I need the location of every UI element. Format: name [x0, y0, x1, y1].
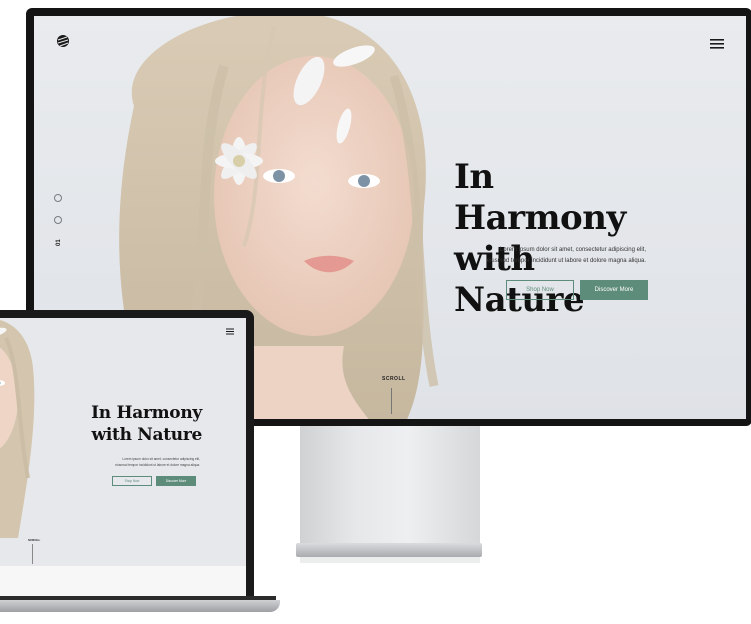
hero-title-line: In Harmony — [91, 403, 202, 423]
active-slide-label: 01 — [56, 239, 62, 246]
laptop-camera-notch — [10, 310, 50, 316]
brand-logo-icon[interactable] — [56, 34, 70, 48]
shop-now-button[interactable]: Shop Now — [506, 280, 574, 300]
monitor-stand-base — [296, 543, 482, 557]
hero-description-line: Lorem ipsum dolor sit amet, consectetur … — [499, 247, 646, 253]
hero-description-line: eiusmod tempor incididunt ut labore et d… — [486, 258, 646, 264]
scroll-label: SCROLL — [382, 376, 406, 382]
laptop-hero-description: Lorem ipsum dolor sit amet, consectetur … — [78, 456, 200, 468]
slide-indicator: 01 — [54, 194, 64, 246]
discover-more-button[interactable]: Discover More — [580, 280, 648, 300]
hero-title-line: In Harmony — [454, 157, 626, 238]
laptop-hero-title: In Harmony with Nature — [52, 402, 202, 446]
laptop-device: In Harmony with Nature Lorem ipsum dolor… — [0, 310, 254, 600]
laptop-base — [0, 600, 280, 612]
scroll-label: SCROLL — [28, 538, 41, 542]
shop-now-button[interactable]: Shop Now — [112, 476, 152, 486]
scroll-indicator-line — [32, 544, 33, 564]
hamburger-menu-icon[interactable] — [226, 328, 234, 335]
hero-title-line: with Nature — [91, 425, 203, 445]
hamburger-menu-icon[interactable] — [710, 38, 724, 50]
slide-dot[interactable] — [54, 194, 62, 202]
slide-dot[interactable] — [54, 216, 62, 224]
discover-more-button[interactable]: Discover More — [156, 476, 196, 486]
monitor-stand-shadow — [300, 557, 480, 563]
laptop-screen: In Harmony with Nature Lorem ipsum dolor… — [0, 318, 246, 600]
scroll-indicator-line — [391, 388, 392, 414]
hero-description: Lorem ipsum dolor sit amet, consectetur … — [434, 245, 646, 267]
laptop-hero-portrait-image — [0, 320, 35, 538]
next-section-preview — [0, 566, 246, 600]
hero-description-line: eiusmod tempor incididunt ut labore et d… — [115, 463, 200, 467]
monitor-stand-neck — [300, 426, 480, 546]
